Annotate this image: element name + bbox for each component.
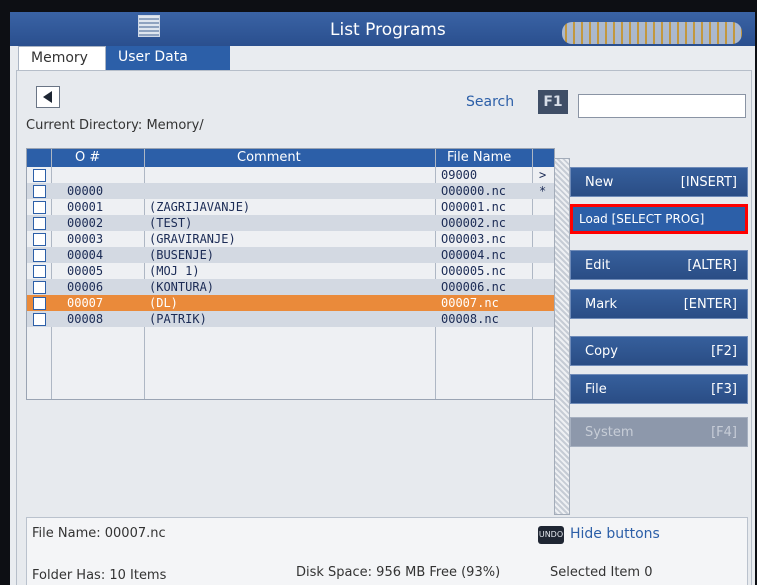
cell-comment: (KONTURA) (149, 280, 215, 294)
new-button-key: [INSERT] (680, 175, 737, 190)
cell-comment: (MOJ 1) (149, 264, 200, 278)
cell-onum: 00001 (67, 200, 104, 214)
cell-comment: (GRAVIRANJE) (149, 232, 236, 246)
cell-filename: 00007.nc (441, 296, 499, 310)
table-row[interactable]: 00000 O00000.nc * (27, 183, 554, 199)
load-button-label: Load [SELECT PROG] (579, 212, 705, 226)
folder-item-count: Folder Has: 10 Items (32, 568, 167, 583)
row-checkbox[interactable] (33, 297, 46, 310)
row-checkbox[interactable] (33, 201, 46, 214)
grid-icon[interactable] (138, 15, 160, 37)
mark-button-key: [ENTER] (683, 297, 737, 312)
table-row[interactable]: 00008 (PATRIK) 00008.nc (27, 311, 554, 327)
cell-comment: (TEST) (149, 216, 193, 230)
cell-filename: O00002.nc (441, 216, 507, 230)
system-button-label: System (585, 425, 634, 440)
edit-button[interactable]: Edit [ALTER] (570, 250, 748, 280)
hide-buttons-link[interactable]: Hide buttons (570, 526, 660, 542)
mark-button-label: Mark (585, 297, 618, 312)
row-checkbox[interactable] (33, 185, 46, 198)
table-row[interactable]: 09000 > (27, 167, 554, 183)
file-button-label: File (585, 382, 607, 397)
program-table: O # Comment File Name 09000 >00000 O00000.… (26, 148, 555, 400)
cell-filename: O00000.nc (441, 184, 507, 198)
table-row[interactable]: 00007 (DL) 00007.nc (27, 295, 554, 311)
cell-filename: O00006.nc (441, 280, 507, 294)
copy-button-label: Copy (585, 344, 618, 359)
tab-user-data[interactable]: User Data (106, 46, 230, 70)
copy-button-key: [F2] (711, 344, 737, 359)
column-header-filename: File Name (447, 150, 512, 165)
cell-onum: 00004 (67, 248, 104, 262)
cell-filename: O00004.nc (441, 248, 507, 262)
cell-onum: 00008 (67, 312, 104, 326)
search-label: Search (466, 94, 515, 110)
undo-icon[interactable]: UNDO (538, 526, 564, 544)
column-header-comment: Comment (237, 150, 301, 165)
new-button-label: New (585, 175, 614, 190)
cell-comment: (PATRIK) (149, 312, 207, 326)
cell-flag: * (539, 184, 547, 198)
cell-onum: 00002 (67, 216, 104, 230)
cell-onum: 00003 (67, 232, 104, 246)
row-checkbox[interactable] (33, 233, 46, 246)
cell-filename: O00001.nc (441, 200, 507, 214)
disk-space: Disk Space: 956 MB Free (93%) (296, 565, 501, 580)
mark-button[interactable]: Mark [ENTER] (570, 289, 748, 319)
cell-flag: > (539, 168, 547, 182)
copy-button[interactable]: Copy [F2] (570, 336, 748, 366)
list-programs-screen: List Programs Memory User Data Current D… (10, 12, 755, 585)
cell-onum: 00000 (67, 184, 104, 198)
load-button[interactable]: Load [SELECT PROG] (570, 204, 748, 234)
row-checkbox[interactable] (33, 217, 46, 230)
cell-filename: O00005.nc (441, 264, 507, 278)
cell-comment: (DL) (149, 296, 178, 310)
selected-items-count: Selected Item 0 (550, 565, 653, 580)
window-title: List Programs (330, 20, 446, 40)
selected-file-name: File Name: 00007.nc (32, 526, 166, 541)
row-checkbox[interactable] (33, 265, 46, 278)
system-button[interactable]: System [F4] (570, 417, 748, 447)
cell-comment: (BUSENJE) (149, 248, 215, 262)
cell-onum: 00007 (67, 296, 104, 310)
table-row[interactable]: 00003 (GRAVIRANJE) O00003.nc (27, 231, 554, 247)
new-button[interactable]: New [INSERT] (570, 167, 748, 197)
system-button-key: [F4] (711, 425, 737, 440)
cell-filename: 09000 (441, 168, 478, 182)
row-checkbox[interactable] (33, 249, 46, 262)
table-row[interactable]: 00001 (ZAGRIJAVANJE) O00001.nc (27, 199, 554, 215)
table-scrollbar[interactable] (554, 158, 570, 515)
table-row[interactable]: 00002 (TEST) O00002.nc (27, 215, 554, 231)
file-button[interactable]: File [F3] (570, 374, 748, 404)
search-f1-key[interactable]: F1 (538, 90, 568, 114)
edit-button-key: [ALTER] (687, 258, 737, 273)
cell-onum: 00005 (67, 264, 104, 278)
tab-memory[interactable]: Memory (18, 46, 106, 70)
row-checkbox[interactable] (33, 281, 46, 294)
search-input[interactable] (578, 94, 746, 118)
cell-filename: O00003.nc (441, 232, 507, 246)
table-row[interactable]: 00005 (MOJ 1) O00005.nc (27, 263, 554, 279)
logo (562, 22, 742, 44)
edit-button-label: Edit (585, 258, 611, 273)
table-row[interactable]: 00004 (BUSENJE) O00004.nc (27, 247, 554, 263)
cell-onum: 00006 (67, 280, 104, 294)
back-arrow-button[interactable] (36, 86, 60, 108)
column-header-onum: O # (75, 150, 101, 165)
cell-comment: (ZAGRIJAVANJE) (149, 200, 251, 214)
table-header: O # Comment File Name (27, 149, 554, 167)
table-row[interactable]: 00006 (KONTURA) O00006.nc (27, 279, 554, 295)
cell-filename: 00008.nc (441, 312, 499, 326)
file-button-key: [F3] (711, 382, 737, 397)
current-directory: Current Directory: Memory/ (26, 118, 204, 133)
row-checkbox[interactable] (33, 313, 46, 326)
title-bar: List Programs (10, 12, 755, 46)
row-checkbox[interactable] (33, 169, 46, 182)
